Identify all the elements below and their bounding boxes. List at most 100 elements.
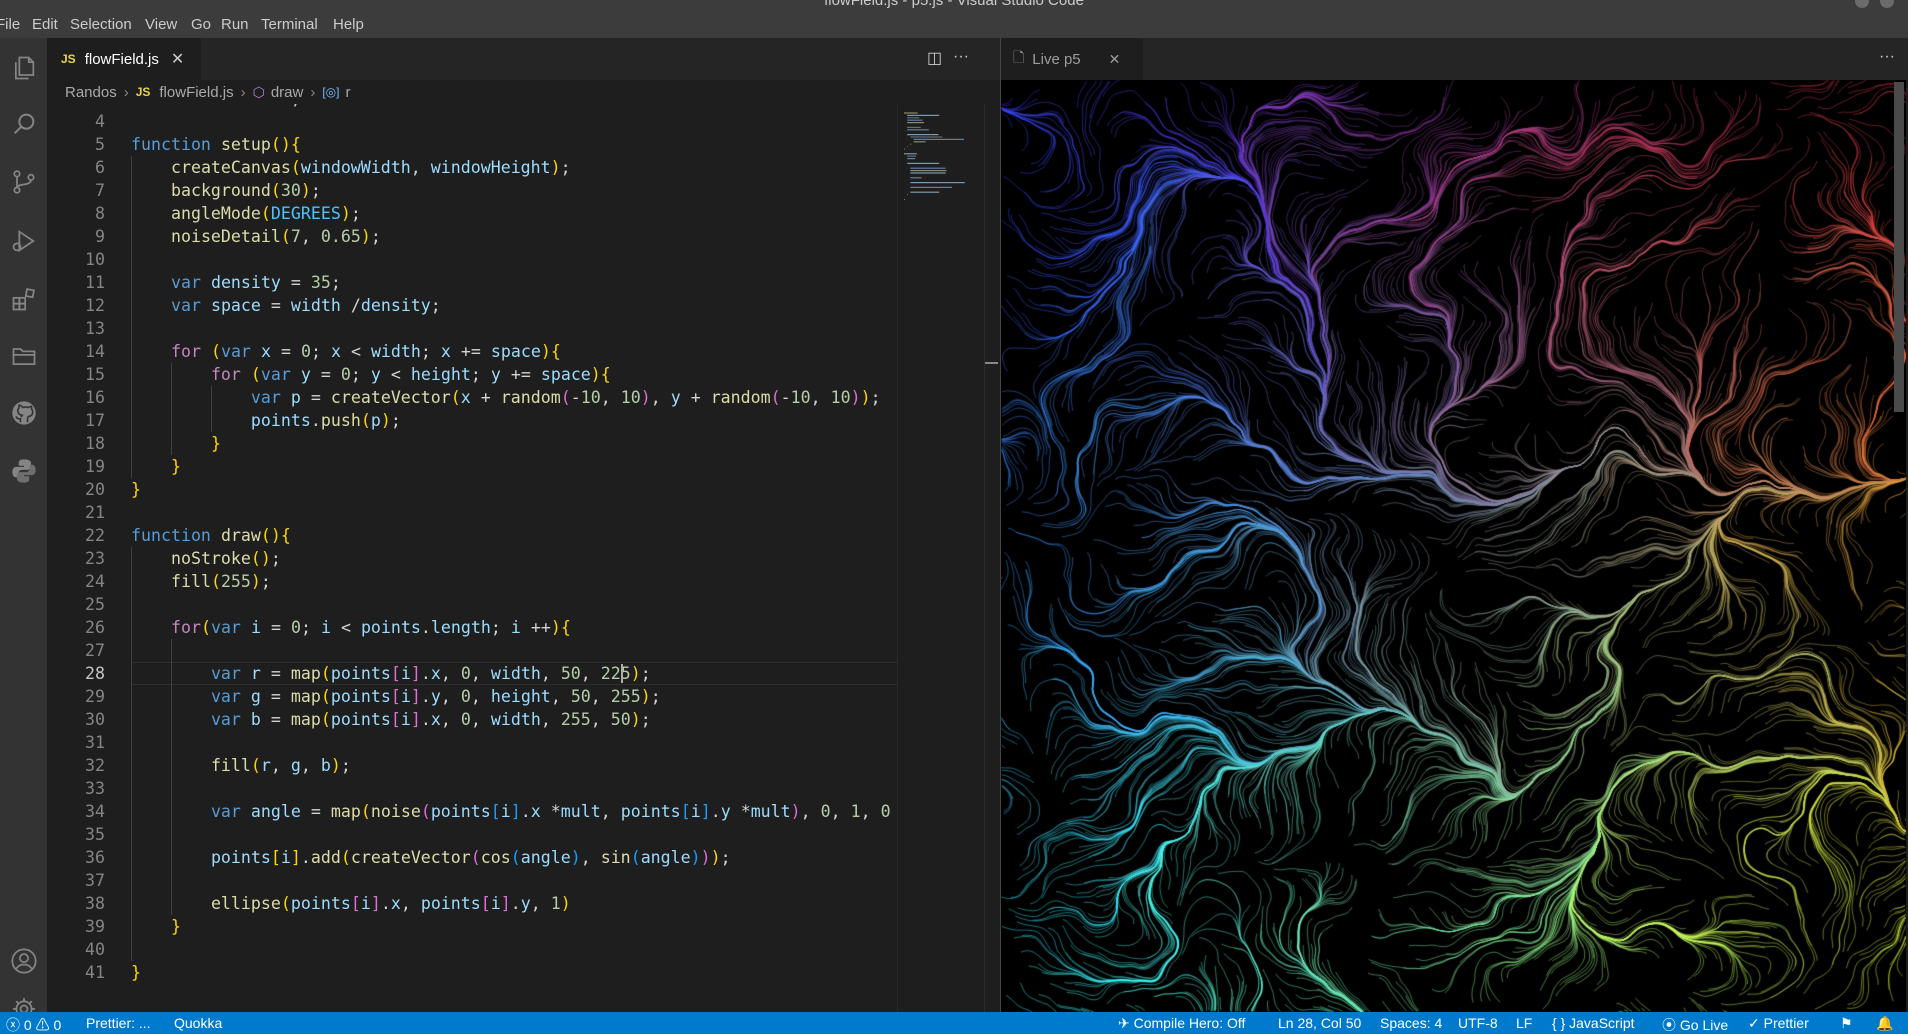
search-icon[interactable] [0, 101, 47, 147]
line-number: 41 [85, 963, 105, 982]
more-actions-icon[interactable]: ··· [953, 48, 969, 66]
line-number: 13 [85, 319, 105, 338]
breadcrumb-folder[interactable]: Randos [65, 84, 117, 101]
code-line: var r = map(points[i].x, 0, width, 50, 2… [210, 664, 651, 683]
go-live-button[interactable]: ⦿ Go Live [1662, 1015, 1728, 1034]
prettier-status-short[interactable]: Prettier: ... [86, 1015, 151, 1031]
variable-symbol-icon: [◎] [322, 85, 340, 99]
line-number: 26 [85, 618, 105, 637]
tab-flowfield-js[interactable]: JS flowField.js ✕ [47, 38, 201, 80]
text-cursor [621, 664, 623, 683]
close-tab-icon[interactable]: ✕ [171, 49, 184, 69]
source-control-icon[interactable] [0, 159, 47, 205]
minimap-line [907, 162, 940, 164]
code-line: createCanvas(windowWidth, windowHeight); [170, 158, 571, 177]
line-number: 18 [85, 434, 105, 453]
tab-label: flowField.js [84, 50, 159, 68]
folder-icon[interactable] [0, 333, 47, 379]
minimap-line [910, 143, 912, 145]
eol-status[interactable]: LF [1516, 1015, 1532, 1031]
prettier-status[interactable]: ✓ Prettier [1748, 1015, 1809, 1032]
menu-view[interactable]: View [145, 16, 177, 33]
indentation-status[interactable]: Spaces: 4 [1380, 1015, 1442, 1031]
menu-help[interactable]: Help [333, 16, 364, 33]
notifications-icon[interactable]: 🔔 [1876, 1015, 1893, 1032]
code-line: for (var x = 0; x < width; x += space){ [170, 342, 561, 361]
encoding-status[interactable]: UTF-8 [1458, 1015, 1498, 1031]
minimap-line [910, 136, 943, 138]
extensions-icon[interactable] [0, 276, 47, 322]
line-number: 17 [85, 411, 105, 430]
code-line: var g = map(points[i].y, 0, height, 50, … [210, 687, 661, 706]
minimap-line [907, 146, 908, 148]
minimap-line [904, 198, 905, 200]
cursor-position[interactable]: Ln 28, Col 50 [1278, 1015, 1361, 1031]
breadcrumb-variable[interactable]: r [345, 84, 350, 101]
minimap-line [904, 153, 917, 155]
menu-terminal[interactable]: Terminal [261, 16, 318, 33]
error-count: 0 [23, 1017, 32, 1033]
language-mode[interactable]: { } JavaScript [1552, 1015, 1635, 1031]
account-icon[interactable] [0, 938, 47, 984]
line-number: 6 [95, 158, 105, 177]
minimap-line [910, 186, 952, 188]
tab-live-p5[interactable]: 🗋 Live p5 ✕ [1001, 38, 1143, 80]
run-debug-icon[interactable] [0, 218, 47, 264]
code-line: } [170, 457, 181, 476]
menu-edit[interactable]: Edit [32, 16, 58, 33]
minimap[interactable] [897, 104, 972, 1012]
split-editor-icon[interactable]: ◫ [927, 48, 942, 68]
line-number: 35 [85, 825, 105, 844]
menu-go[interactable]: Go [191, 16, 211, 33]
tab-label: Live p5 [1032, 50, 1081, 68]
warning-count: 0 [53, 1017, 62, 1033]
explorer-icon[interactable] [0, 45, 47, 91]
compile-hero-status[interactable]: ✈ Compile Hero: Off [1118, 1015, 1245, 1032]
code-line: for(var i = 0; i < points.length; i ++){ [170, 618, 571, 637]
minimap-line [907, 158, 916, 160]
minimap-line [907, 122, 924, 124]
minimap-line [910, 170, 947, 172]
menu-file[interactable]: File [0, 16, 20, 33]
preview-scrollbar[interactable] [1894, 82, 1904, 412]
menu-selection[interactable]: Selection [70, 16, 132, 33]
close-tab-icon[interactable]: ✕ [1109, 51, 1121, 68]
minimap-line [910, 182, 965, 184]
minimap-line [907, 119, 923, 121]
feedback-icon[interactable]: ⚑ [1840, 1015, 1853, 1032]
code-line: for (var y = 0; y < height; y += space){ [210, 365, 611, 384]
editor-vertical-scrollbar[interactable] [984, 104, 998, 1012]
python-icon[interactable] [0, 448, 47, 494]
code-line: fill(r, g, b); [210, 756, 351, 775]
code-line: background(30); [170, 181, 321, 200]
minimap-line [910, 172, 946, 174]
braces-icon: { } [1552, 1015, 1566, 1031]
code-line: var space = width /density; [170, 296, 441, 315]
line-number: 32 [85, 756, 105, 775]
problems-indicator[interactable]: ⓧ 0 ⚠ 0 [6, 1015, 61, 1034]
code-line: var p = createVector(x + random(-10, 10)… [250, 388, 881, 407]
line-number: 5 [95, 135, 105, 154]
menu-bar: File Edit Selection View Go Run Terminal… [0, 12, 1908, 38]
minimap-line [913, 138, 964, 140]
line-number: 10 [85, 250, 105, 269]
p5-sketch-canvas[interactable] [1001, 80, 1906, 1012]
menu-run[interactable]: Run [221, 16, 249, 33]
breadcrumb-function[interactable]: draw [271, 84, 304, 101]
breadcrumb-file[interactable]: flowField.js [159, 84, 233, 101]
code-lines: var mult = 0.005; function setup(){ creat… [131, 104, 897, 1012]
minimap-line [910, 177, 922, 179]
indent-guide [171, 363, 172, 455]
quokka-status[interactable]: Quokka [174, 1015, 222, 1031]
line-number: 27 [85, 641, 105, 660]
code-line: var angle = map(noise(points[i].x *mult,… [210, 802, 891, 821]
code-editor[interactable]: 34 5 6 7 8 9 10 11 12 13 14 15 16 17 18 19 20 21 22 23 24 25 2… [47, 104, 897, 1012]
more-actions-icon[interactable]: ··· [1879, 48, 1895, 66]
line-number: 22 [85, 526, 105, 545]
line-number: 37 [85, 871, 105, 890]
github-icon[interactable] [0, 390, 47, 436]
editor-tab-bar: JS flowField.js ✕ ◫ ··· [47, 38, 1000, 80]
code-line: noiseDetail(7, 0.65); [170, 227, 381, 246]
indent-guide [211, 386, 212, 432]
line-number: 23 [85, 549, 105, 568]
